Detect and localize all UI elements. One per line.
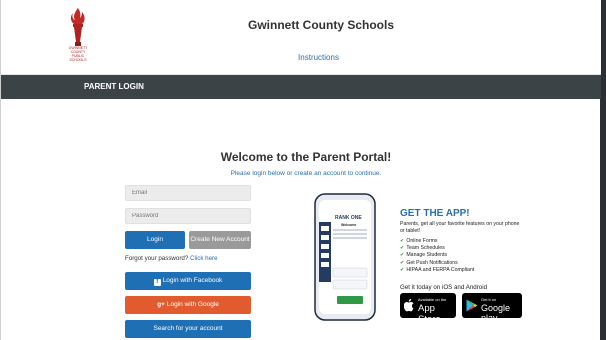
feature-label: Team Schedules bbox=[406, 245, 445, 252]
welcome-subtitle: Please login below or create an account … bbox=[230, 170, 382, 177]
feature-label: Get Push Notifications bbox=[406, 259, 458, 266]
feature-label: Manage Students bbox=[406, 252, 448, 259]
facebook-login-button[interactable]: f Login with Facebook bbox=[125, 272, 251, 290]
page-frame: Gwinnett County Public Schools Gwinnett … bbox=[0, 0, 601, 340]
feature-label: Online Forms bbox=[406, 238, 438, 244]
forgot-password-link[interactable]: Click here bbox=[190, 255, 218, 262]
store-cta-text: Get it today on iOS and Android bbox=[400, 284, 488, 291]
google-plus-icon: g+ bbox=[157, 301, 165, 308]
feature-item: ✔ Team Schedules bbox=[400, 245, 474, 252]
apple-icon bbox=[404, 299, 414, 312]
search-account-button[interactable]: Search for your account bbox=[125, 320, 251, 338]
get-app-title: GET THE APP! bbox=[400, 208, 470, 219]
site-title: Gwinnett County Schools bbox=[248, 18, 394, 32]
feature-item: ✔ Manage Students bbox=[400, 252, 474, 259]
check-icon: ✔ bbox=[400, 259, 405, 266]
forgot-password-text: Forgot your password? bbox=[125, 255, 189, 262]
email-input[interactable] bbox=[125, 185, 251, 201]
app-store-small-text: Available on the bbox=[418, 297, 447, 302]
forgot-password: Forgot your password? Click here bbox=[125, 255, 218, 262]
site-header: Gwinnett County Public Schools Gwinnett … bbox=[1, 0, 601, 75]
google-login-button[interactable]: g+ Login with Google bbox=[125, 296, 251, 314]
check-icon: ✔ bbox=[400, 252, 405, 259]
app-store-big-text: App Store bbox=[418, 303, 441, 325]
login-button[interactable]: Login bbox=[125, 231, 185, 249]
password-input[interactable] bbox=[125, 208, 251, 224]
nav-bar: PARENT LOGIN bbox=[1, 75, 601, 99]
facebook-login-label: Login with Facebook bbox=[162, 277, 223, 284]
app-features-list: ✔ Online Forms ✔ Team Schedules ✔ Manage St… bbox=[400, 238, 474, 274]
feature-item: ✔ Online Forms bbox=[400, 238, 474, 245]
google-play-icon bbox=[466, 299, 478, 312]
facebook-icon: f bbox=[153, 279, 161, 286]
app-store-badge[interactable]: Available on the App Store bbox=[400, 293, 456, 325]
google-play-small-text: Get it on bbox=[481, 297, 497, 302]
phone-brand: RANK ONE bbox=[335, 215, 362, 221]
phone-app-mockup: RANK ONE Welcome bbox=[314, 193, 376, 321]
google-play-big-text: Google play bbox=[481, 303, 511, 323]
google-play-badge[interactable]: Get it on Google play bbox=[462, 293, 522, 323]
phone-welcome: Welcome bbox=[341, 223, 356, 227]
create-account-button[interactable]: Create New Account bbox=[189, 231, 251, 249]
feature-label: HIPAA and FERPA Compliant bbox=[406, 266, 475, 273]
check-icon: ✔ bbox=[400, 266, 405, 273]
check-icon: ✔ bbox=[400, 238, 405, 244]
instructions-link[interactable]: Instructions bbox=[1, 53, 601, 62]
check-icon: ✔ bbox=[400, 245, 405, 252]
welcome-title: Welcome to the Parent Portal! bbox=[220, 150, 392, 164]
get-app-description: Parents, get all your favorite features … bbox=[400, 221, 520, 234]
feature-item: ✔ HIPAA and FERPA Compliant bbox=[400, 267, 474, 274]
google-login-label: Login with Google bbox=[166, 301, 219, 308]
feature-item: ✔ Get Push Notifications bbox=[400, 260, 474, 267]
nav-title: PARENT LOGIN bbox=[84, 82, 144, 91]
